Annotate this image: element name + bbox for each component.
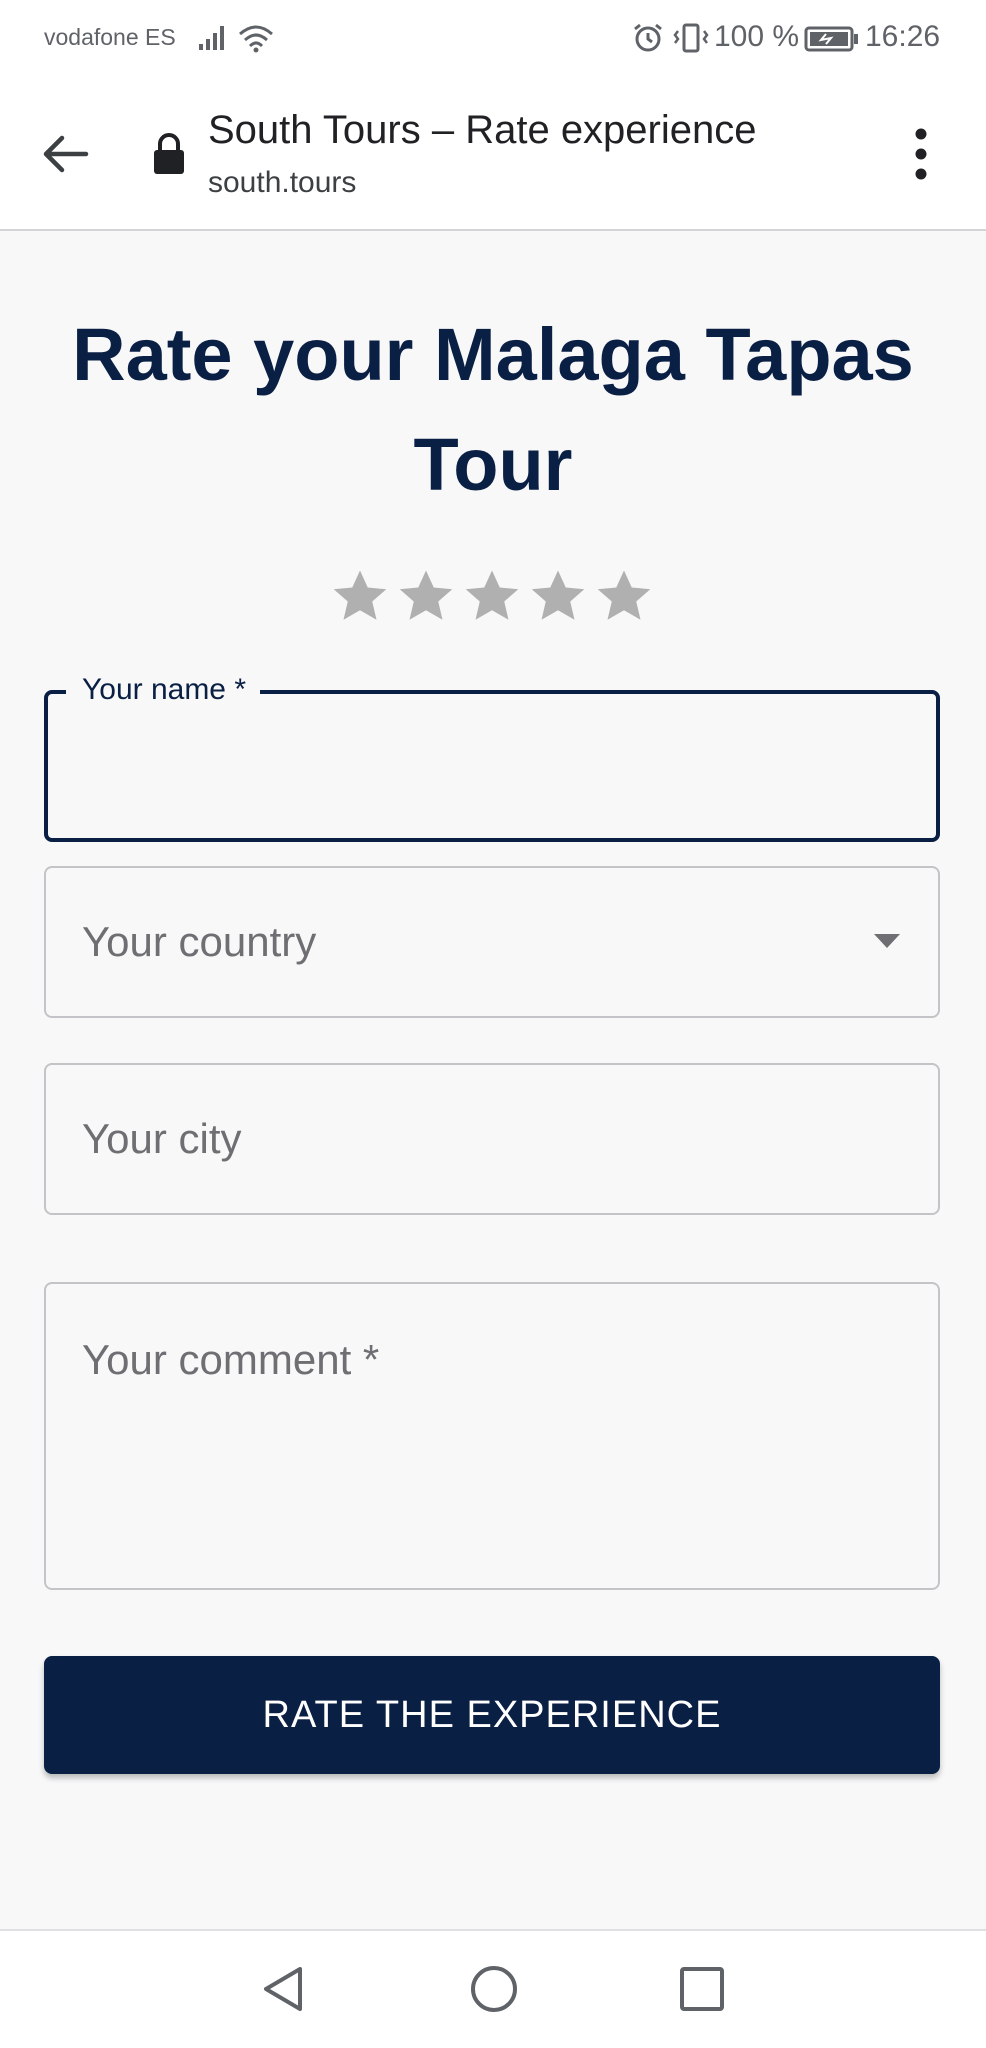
lock-icon [154, 133, 184, 174]
star-icon[interactable] [396, 566, 456, 626]
carrier-name: vodafone ES [44, 24, 176, 50]
system-nav-bar [0, 1929, 986, 2048]
nav-recents-icon[interactable] [674, 1961, 730, 2017]
form-heading: Rate your Malaga Tapas Tour [72, 313, 914, 506]
clock-time: 16:26 [865, 20, 941, 53]
battery-icon [804, 26, 858, 52]
star-icon[interactable] [594, 566, 654, 626]
name-field[interactable]: Your name * [44, 670, 940, 842]
city-placeholder: Your city [82, 1115, 242, 1162]
browser-toolbar: South Tours – Rate experience south.tour… [0, 78, 986, 231]
page-url[interactable]: south.tours [208, 166, 356, 200]
battery-percent: 100 % [714, 20, 800, 53]
signal-icon [199, 26, 224, 50]
star-icon[interactable] [330, 566, 390, 626]
wifi-icon [239, 25, 273, 53]
name-input[interactable] [84, 694, 884, 838]
back-arrow-icon[interactable] [36, 126, 92, 182]
dropdown-arrow-icon [874, 934, 900, 948]
country-select[interactable]: Your country [44, 866, 940, 1018]
city-field[interactable]: Your city [44, 1063, 940, 1215]
star-icon[interactable] [528, 566, 588, 626]
star-rating [330, 566, 660, 630]
status-bar: vodafone ES 100 % 16:26 [0, 0, 986, 78]
nav-home-icon[interactable] [466, 1961, 522, 2017]
rate-experience-button[interactable]: RATE THE EXPERIENCE [44, 1656, 940, 1774]
country-placeholder: Your country [82, 918, 317, 965]
more-vert-icon[interactable] [896, 122, 946, 186]
comment-field[interactable]: Your comment * [44, 1282, 940, 1590]
page-title: South Tours – Rate experience [208, 108, 757, 152]
alarm-icon [634, 23, 662, 52]
vibrate-icon [673, 23, 709, 53]
star-icon[interactable] [462, 566, 522, 626]
nav-back-icon[interactable] [256, 1961, 312, 2017]
comment-placeholder: Your comment * [82, 1336, 380, 1383]
